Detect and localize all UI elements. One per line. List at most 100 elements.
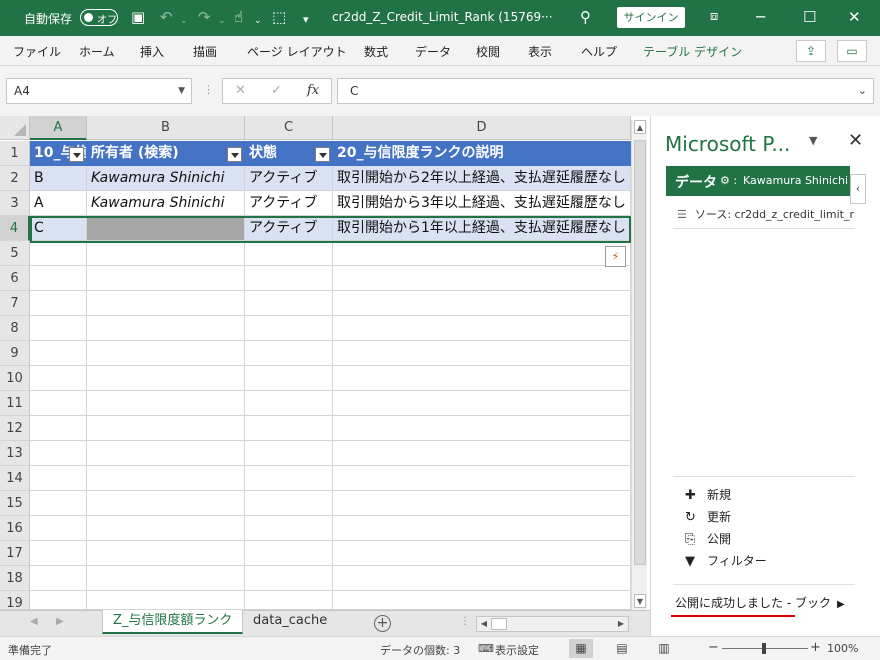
add-sheet-icon[interactable]: + <box>374 615 391 632</box>
empty-cell[interactable] <box>333 416 631 441</box>
sheet-next-icon[interactable]: ▶ <box>56 616 64 627</box>
empty-cell[interactable] <box>87 591 245 610</box>
empty-cell[interactable] <box>333 566 631 591</box>
collapse-pane-icon[interactable]: ‹ <box>850 174 866 204</box>
tab-home[interactable]: ホーム <box>79 43 115 60</box>
column-header-c[interactable]: C <box>245 116 333 140</box>
column-header-d[interactable]: D <box>333 116 631 140</box>
row-header[interactable]: 12 <box>0 416 30 441</box>
share-button[interactable]: ⇪ <box>796 40 826 62</box>
scroll-up-icon[interactable]: ▲ <box>634 120 646 134</box>
signin-button[interactable]: サインイン <box>617 7 685 28</box>
source-row[interactable]: ☰ ソース: cr2dd_z_credit_limit_r <box>677 206 857 222</box>
row-header[interactable]: 19 <box>0 591 30 611</box>
enter-icon[interactable]: ✓ <box>271 83 282 98</box>
empty-cell[interactable] <box>245 291 333 316</box>
empty-cell[interactable] <box>87 391 245 416</box>
close-icon[interactable]: ✕ <box>848 8 861 26</box>
ribbon-display-options-icon[interactable]: ⧈ <box>710 8 718 26</box>
insert-function-icon[interactable]: fx <box>307 83 319 98</box>
table-cell[interactable]: Kawamura Shinichi <box>87 191 245 216</box>
empty-cell[interactable] <box>30 241 87 266</box>
cancel-icon[interactable]: ✕ <box>235 83 246 98</box>
undo-dropdown-icon[interactable]: ⌄ <box>180 12 188 30</box>
row-header[interactable]: 16 <box>0 516 30 541</box>
table-cell[interactable]: アクティブ <box>245 166 333 191</box>
filter-dropdown-icon[interactable] <box>315 147 330 162</box>
sheet-prev-icon[interactable]: ◀ <box>30 616 38 627</box>
touch-mode-icon[interactable]: ☝ <box>234 8 243 26</box>
table-cell[interactable]: 取引開始から1年以上経過、支払遅延履歴なし <box>333 216 631 241</box>
table-cell[interactable]: 取引開始から2年以上経過、支払遅延履歴なし <box>333 166 631 191</box>
table-cell[interactable]: B <box>30 166 87 191</box>
page-break-view-icon[interactable]: ▥ <box>652 639 676 658</box>
empty-cell[interactable] <box>333 591 631 610</box>
empty-cell[interactable] <box>245 516 333 541</box>
page-layout-view-icon[interactable]: ▤ <box>610 639 634 658</box>
empty-cell[interactable] <box>333 541 631 566</box>
empty-cell[interactable] <box>333 291 631 316</box>
row-header[interactable]: 7 <box>0 291 30 316</box>
scroll-thumb[interactable] <box>634 140 646 565</box>
empty-cell[interactable] <box>333 491 631 516</box>
table-header-cell[interactable]: 20_与信限度ランクの説明 <box>333 141 631 166</box>
save-icon[interactable]: ▣ <box>131 8 145 26</box>
table-cell[interactable]: A <box>30 191 87 216</box>
normal-view-icon[interactable]: ▦ <box>569 639 593 658</box>
quick-analysis-icon[interactable]: ⚡ <box>605 246 626 267</box>
filter-dropdown-icon[interactable] <box>69 147 84 162</box>
scroll-thumb[interactable] <box>491 618 507 630</box>
display-settings-icon[interactable]: ⌨ <box>478 642 494 655</box>
empty-cell[interactable] <box>245 416 333 441</box>
empty-cell[interactable] <box>30 266 87 291</box>
empty-cell[interactable] <box>30 466 87 491</box>
tab-insert[interactable]: 挿入 <box>140 43 164 60</box>
empty-cell[interactable] <box>245 266 333 291</box>
minimize-icon[interactable]: ─ <box>756 8 765 26</box>
empty-cell[interactable] <box>30 366 87 391</box>
empty-cell[interactable] <box>333 441 631 466</box>
row-header[interactable]: 18 <box>0 566 30 591</box>
empty-cell[interactable] <box>30 541 87 566</box>
chevron-down-icon[interactable]: ▼ <box>178 79 185 103</box>
display-settings-button[interactable]: 表示設定 <box>495 642 539 658</box>
empty-cell[interactable] <box>333 366 631 391</box>
scroll-down-icon[interactable]: ▼ <box>634 594 646 608</box>
customize-toolbar-icon[interactable]: ▾ <box>303 11 309 29</box>
tab-file[interactable]: ファイル <box>13 43 61 60</box>
table-cell[interactable]: Kawamura Shinichi <box>87 166 245 191</box>
undo-icon[interactable]: ↶ <box>160 8 173 26</box>
table-cell[interactable]: C <box>30 216 87 241</box>
empty-cell[interactable] <box>30 566 87 591</box>
sheet-tab-active[interactable]: Z_与信限度額ランク <box>102 610 244 634</box>
empty-cell[interactable] <box>245 541 333 566</box>
tab-formulas[interactable]: 数式 <box>364 43 388 60</box>
empty-cell[interactable] <box>87 366 245 391</box>
empty-cell[interactable] <box>333 516 631 541</box>
row-header[interactable]: 2 <box>0 166 30 191</box>
empty-cell[interactable] <box>30 441 87 466</box>
tab-view[interactable]: 表示 <box>528 43 552 60</box>
table-cell[interactable] <box>87 216 245 241</box>
empty-cell[interactable] <box>245 316 333 341</box>
empty-cell[interactable] <box>333 266 631 291</box>
pane-close-icon[interactable]: ✕ <box>848 130 863 151</box>
row-header[interactable]: 1 <box>0 141 30 166</box>
empty-cell[interactable] <box>87 266 245 291</box>
row-header[interactable]: 17 <box>0 541 30 566</box>
search-icon[interactable]: ⚲ <box>580 8 591 26</box>
row-header[interactable]: 14 <box>0 466 30 491</box>
empty-cell[interactable] <box>245 391 333 416</box>
empty-cell[interactable] <box>245 241 333 266</box>
select-all-button[interactable] <box>0 116 30 140</box>
row-header[interactable]: 15 <box>0 491 30 516</box>
empty-cell[interactable] <box>333 466 631 491</box>
horizontal-scrollbar[interactable]: ◀ ▶ <box>476 616 629 632</box>
filter-dropdown-icon[interactable] <box>227 147 242 162</box>
empty-cell[interactable] <box>87 316 245 341</box>
empty-cell[interactable] <box>87 241 245 266</box>
filter-button[interactable]: ▼ フィルター <box>685 552 767 569</box>
pane-options-icon[interactable]: ▼ <box>809 134 817 147</box>
row-header[interactable]: 10 <box>0 366 30 391</box>
scroll-right-icon[interactable]: ▶ <box>614 617 628 631</box>
